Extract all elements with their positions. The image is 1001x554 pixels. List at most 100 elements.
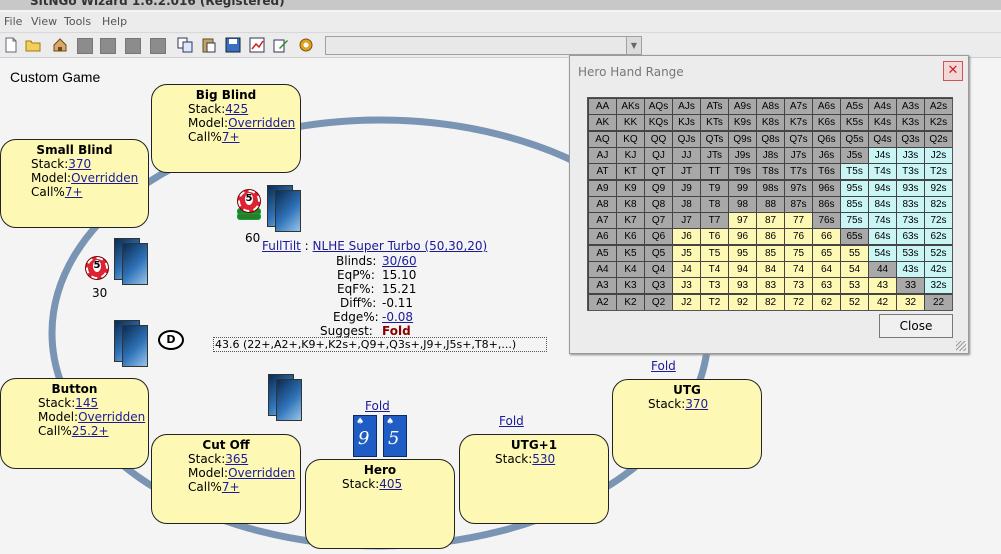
hand-cell[interactable]: A9	[588, 180, 617, 197]
hand-cell[interactable]: T7s	[784, 163, 813, 180]
new-file-icon[interactable]	[3, 37, 19, 53]
hand-cell[interactable]: 82	[756, 294, 785, 310]
hand-cell[interactable]: 43s	[896, 261, 925, 278]
hand-cell[interactable]: J7	[672, 212, 701, 229]
hand-cell[interactable]: A4s	[868, 98, 897, 115]
hand-cell[interactable]: Q9	[644, 180, 673, 197]
hand-cell[interactable]: AA	[588, 98, 617, 115]
hand-cell[interactable]: K5s	[840, 114, 869, 131]
hand-cell[interactable]: A2s	[924, 98, 952, 115]
hand-cell[interactable]: 33	[896, 277, 925, 294]
hand-cell[interactable]: J5s	[840, 147, 869, 164]
hand-cell[interactable]: A8s	[756, 98, 785, 115]
copy-icon[interactable]	[177, 37, 193, 53]
hand-cell[interactable]: JTs	[700, 147, 729, 164]
hand-cell[interactable]: T8s	[756, 163, 785, 180]
hand-cell[interactable]: 94	[728, 261, 757, 278]
hand-cell[interactable]: K2	[616, 294, 645, 310]
hand-cell[interactable]: KT	[616, 163, 645, 180]
hand-cell[interactable]: 86	[756, 228, 785, 245]
hand-cell[interactable]: K4	[616, 261, 645, 278]
hand-cell[interactable]: AQ	[588, 131, 617, 148]
hand-cell[interactable]: 52s	[924, 245, 952, 262]
hand-cell[interactable]: Q7s	[784, 131, 813, 148]
hand-cell[interactable]: K3	[616, 277, 645, 294]
hand-cell[interactable]: 92s	[924, 180, 952, 197]
hand-cell[interactable]: 75s	[840, 212, 869, 229]
hand-cell[interactable]: 83s	[896, 196, 925, 213]
hand-cell[interactable]: J4	[672, 261, 701, 278]
edit-icon[interactable]	[273, 37, 289, 53]
hand-cell[interactable]: JJ	[672, 147, 701, 164]
hand-cell[interactable]: T2	[700, 294, 729, 310]
hand-cell[interactable]: 82s	[924, 196, 952, 213]
hand-cell[interactable]: K9	[616, 180, 645, 197]
stack-value[interactable]: 405	[379, 477, 402, 491]
model-link[interactable]: Overridden	[71, 171, 138, 185]
hand-cell[interactable]: T3	[700, 277, 729, 294]
hand-cell[interactable]: K6s	[812, 114, 841, 131]
hand-cell[interactable]: 52	[840, 294, 869, 310]
stack-value[interactable]: 370	[685, 397, 708, 411]
hand-cell[interactable]: 96	[728, 228, 757, 245]
hand-cell[interactable]: 73	[784, 277, 813, 294]
utg-fold-link[interactable]: Fold	[651, 359, 676, 373]
hand-cell[interactable]: 86s	[812, 196, 841, 213]
hand-cell[interactable]: 22	[924, 294, 952, 310]
hand-cell[interactable]: 63s	[896, 228, 925, 245]
call-link[interactable]: 25.2+	[72, 424, 109, 438]
hand-cell[interactable]: 72	[784, 294, 813, 310]
menu-help[interactable]: Help	[102, 15, 127, 28]
hand-cell[interactable]: T5	[700, 245, 729, 262]
hand-cell[interactable]: 74	[784, 261, 813, 278]
hand-cell[interactable]: T9	[700, 180, 729, 197]
hand-cell[interactable]: J5	[672, 245, 701, 262]
hero-fold-link[interactable]: Fold	[365, 399, 390, 413]
hand-cell[interactable]: Q2	[644, 294, 673, 310]
hand-cell[interactable]: K2s	[924, 114, 952, 131]
hand-cell[interactable]: 92	[728, 294, 757, 310]
hand-cell[interactable]: J2	[672, 294, 701, 310]
hand-cell[interactable]: Q2s	[924, 131, 952, 148]
hand-cell[interactable]: 65	[812, 245, 841, 262]
hand-cell[interactable]: 32	[896, 294, 925, 310]
hand-cell[interactable]: 65s	[840, 228, 869, 245]
hand-cell[interactable]: Q4	[644, 261, 673, 278]
hand-cell[interactable]: A6	[588, 228, 617, 245]
game-selector-dropdown[interactable]: ▼	[325, 36, 642, 55]
hand-cell[interactable]: 76	[784, 228, 813, 245]
hand-cell[interactable]: Q5	[644, 245, 673, 262]
hand-cell[interactable]: 96s	[812, 180, 841, 197]
hand-cell[interactable]: QJs	[672, 131, 701, 148]
save-icon[interactable]	[225, 37, 241, 53]
structure-link[interactable]: NLHE Super Turbo (50,30,20)	[313, 239, 488, 253]
hand-cell[interactable]: 74s	[868, 212, 897, 229]
hand-cell[interactable]: T3s	[896, 163, 925, 180]
hand-cell[interactable]: K5	[616, 245, 645, 262]
hand-range-summary[interactable]: 43.6 (22+,A2+,K9+,K2s+,Q9+,Q3s+,J9+,J5s+…	[213, 337, 547, 352]
hand-cell[interactable]: A3	[588, 277, 617, 294]
hand-cell[interactable]: 76s	[812, 212, 841, 229]
hand-cell[interactable]: J2s	[924, 147, 952, 164]
hand-cell[interactable]: 43	[868, 277, 897, 294]
hand-cell[interactable]: KJs	[672, 114, 701, 131]
hand-cell[interactable]: KQ	[616, 131, 645, 148]
blinds-value[interactable]: 30/60	[382, 254, 417, 268]
stack-value[interactable]: 530	[532, 452, 555, 466]
open-folder-icon[interactable]	[25, 37, 41, 53]
hand-cell[interactable]: 53	[840, 277, 869, 294]
hand-cell[interactable]: J3s	[896, 147, 925, 164]
hand-cell[interactable]: 62s	[924, 228, 952, 245]
hand-cell[interactable]: J9s	[728, 147, 757, 164]
stack-value[interactable]: 145	[75, 396, 98, 410]
hand-cell[interactable]: 94s	[868, 180, 897, 197]
hand-cell[interactable]: J7s	[784, 147, 813, 164]
close-icon[interactable]: ✕	[943, 61, 963, 81]
hand-cell[interactable]: A5s	[840, 98, 869, 115]
settings-icon[interactable]	[298, 37, 314, 53]
hand-cell[interactable]: K9s	[728, 114, 757, 131]
hand-cell[interactable]: Q5s	[840, 131, 869, 148]
hand-cell[interactable]: 62	[812, 294, 841, 310]
hand-cell[interactable]: A3s	[896, 98, 925, 115]
hand-cell[interactable]: 42s	[924, 261, 952, 278]
